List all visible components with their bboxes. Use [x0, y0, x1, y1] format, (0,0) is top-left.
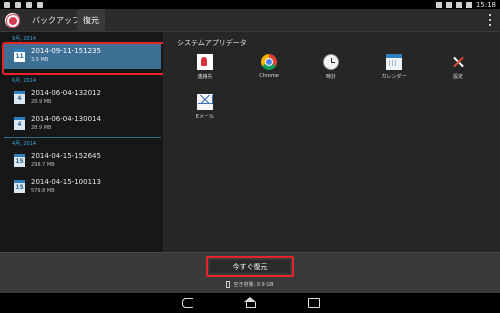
backup-item[interactable]: 15 2014-04-15-100113 579.8 MB: [4, 174, 161, 200]
wifi-icon: [455, 1, 462, 8]
action-bar: バックアップ 復元: [0, 9, 500, 32]
recent-apps-icon[interactable]: [306, 297, 320, 308]
app-calendar[interactable]: カレンダー: [368, 54, 420, 80]
vibrate-icon: [445, 1, 452, 8]
month-header: 4月, 2014: [12, 141, 37, 147]
calendar-icon: 15: [14, 180, 25, 193]
backup-item[interactable]: 4 2014-06-04-132012 28.9 MB: [4, 85, 161, 111]
navigation-bar: [0, 293, 500, 313]
settings-icon: [450, 54, 466, 70]
backup-name: 2014-06-04-132012: [31, 89, 101, 97]
month-header: 9月, 2014: [12, 36, 37, 42]
backup-size: 579.8 MB: [31, 188, 55, 194]
backup-size: 298.7 MB: [31, 162, 55, 168]
backup-name: 2014-04-15-100113: [31, 178, 101, 186]
backup-name: 2014-04-15-152645: [31, 152, 101, 160]
restore-now-label: 今すぐ復元: [232, 262, 268, 271]
app-logo-icon: [5, 13, 20, 28]
selection-highlight: [2, 42, 173, 75]
app-label: 連絡先: [197, 74, 213, 80]
clock-icon: [323, 54, 339, 70]
app-clock[interactable]: 時計: [305, 54, 357, 80]
tab-restore[interactable]: 復元: [77, 9, 105, 32]
phone-icon: [226, 281, 231, 288]
calendar-icon: 4: [14, 117, 25, 130]
app-label: Chrome: [259, 73, 279, 79]
backup-size: 28.9 MB: [31, 125, 52, 131]
status-bar: 15:18: [0, 0, 500, 9]
calendar-icon: 15: [14, 154, 25, 167]
divider: [4, 137, 161, 138]
download-icon: [15, 1, 21, 8]
backup-name: 2014-06-04-130014: [31, 115, 101, 123]
status-time: 15:18: [475, 0, 496, 9]
download-icon: [4, 1, 10, 8]
free-space: 空き容量: 9.9 GB: [0, 281, 500, 288]
email-icon: [197, 94, 213, 110]
section-title: システムアプリデータ: [177, 39, 247, 47]
app-settings[interactable]: 設定: [432, 54, 484, 80]
app-contacts[interactable]: 連絡先: [179, 54, 231, 80]
app-label: Eメール: [195, 114, 215, 120]
app-label: 時計: [325, 74, 336, 80]
calendar-icon: 4: [14, 91, 25, 104]
nfc-icon: [435, 1, 442, 8]
backup-item[interactable]: 4 2014-06-04-130014 28.9 MB: [4, 111, 161, 137]
free-space-label: 空き容量: 9.9 GB: [233, 282, 274, 288]
backup-size: 28.9 MB: [31, 99, 52, 105]
app-chrome[interactable]: Chrome: [243, 54, 295, 79]
month-header: 6月, 2014: [12, 78, 37, 84]
app-email[interactable]: Eメール: [179, 94, 231, 120]
app-data-panel: システムアプリデータ 連絡先 Chrome 時計 カレンダー 設定 Eメール: [163, 32, 500, 252]
contacts-icon: [197, 54, 213, 70]
home-icon[interactable]: [243, 297, 257, 308]
app-label: 設定: [452, 74, 463, 80]
back-icon[interactable]: [180, 297, 194, 308]
battery-icon: [465, 1, 472, 8]
mail-icon: [37, 1, 43, 8]
restore-now-button[interactable]: 今すぐ復元: [206, 256, 294, 277]
backup-item[interactable]: 15 2014-04-15-152645 298.7 MB: [4, 148, 161, 174]
chrome-icon: [261, 54, 277, 70]
app-label: カレンダー: [381, 74, 407, 80]
calendar-icon: [386, 54, 402, 70]
bottom-bar: 今すぐ復元 空き容量: 9.9 GB: [0, 252, 500, 293]
photo-icon: [26, 1, 32, 8]
overflow-menu-icon[interactable]: [488, 14, 492, 26]
